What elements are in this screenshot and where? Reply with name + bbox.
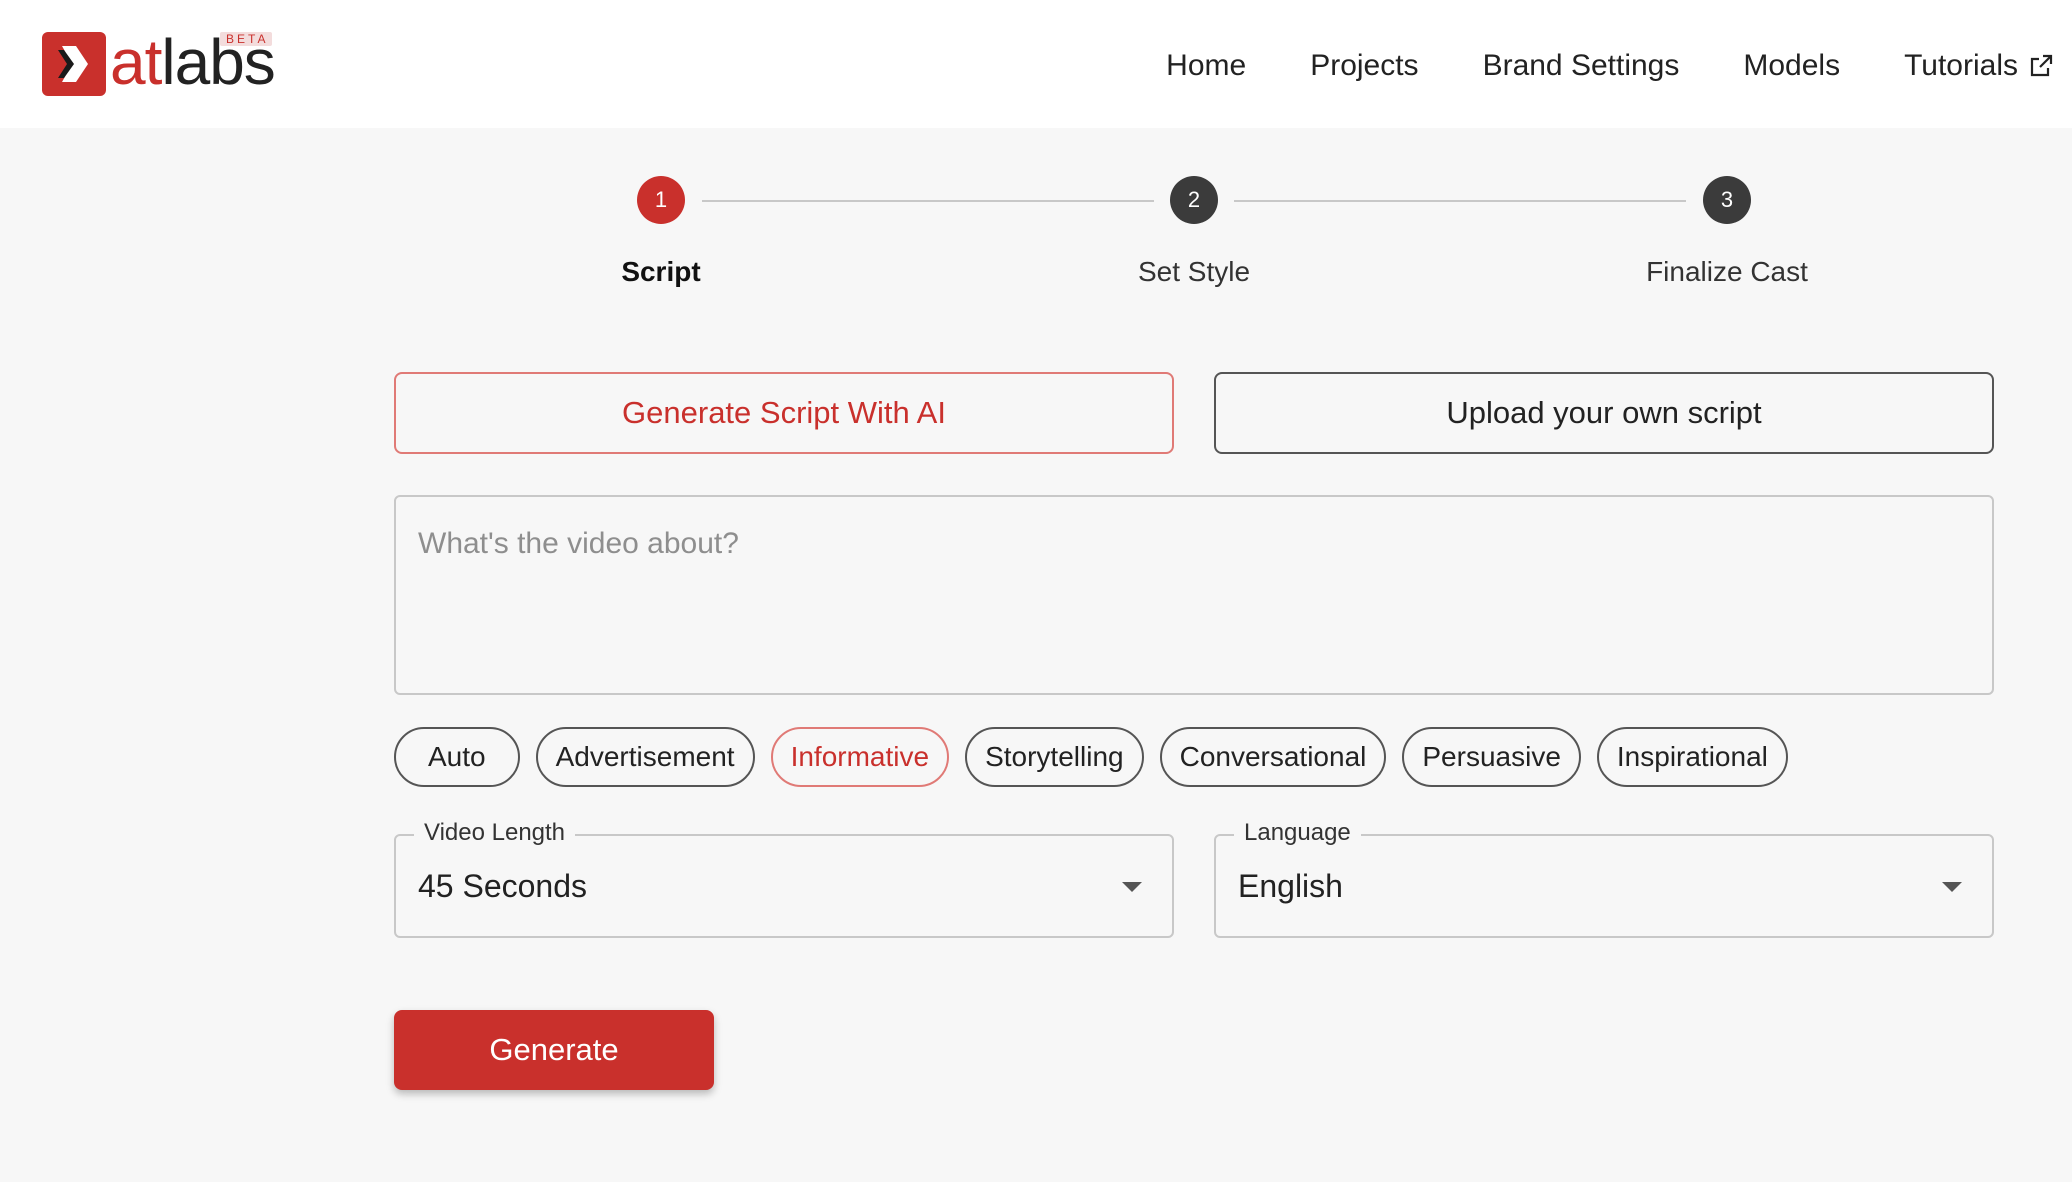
tone-chip-persuasive[interactable]: Persuasive (1402, 727, 1581, 787)
generate-script-with-ai-button[interactable]: Generate Script With AI (394, 372, 1174, 454)
step-1-circle[interactable]: 1 (637, 176, 685, 224)
tone-chip-auto[interactable]: Auto (394, 727, 520, 787)
step-3-label: Finalize Cast (1646, 256, 1808, 287)
tone-chip-storytelling[interactable]: Storytelling (965, 727, 1144, 787)
upload-own-script-button[interactable]: Upload your own script (1214, 372, 1994, 454)
tone-chip-advertisement[interactable]: Advertisement (535, 727, 755, 787)
video-length-value: 45 Seconds (418, 868, 588, 904)
chevron-down-icon (1122, 882, 1142, 892)
step-2-circle[interactable]: 2 (1170, 176, 1218, 224)
language-value: English (1238, 868, 1343, 904)
video-length-label: Video Length (414, 818, 576, 848)
tone-chip-group: Auto Advertisement Informative Storytell… (394, 727, 1804, 787)
language-select[interactable]: Language English (1214, 818, 1994, 938)
tone-chip-inspirational[interactable]: Inspirational (1596, 727, 1788, 787)
tone-chip-conversational[interactable]: Conversational (1159, 727, 1387, 787)
step-3-circle[interactable]: 3 (1703, 176, 1751, 224)
chevron-down-icon (1942, 882, 1962, 892)
step-connector (1234, 200, 1686, 202)
video-length-select[interactable]: Video Length 45 Seconds (394, 818, 1174, 938)
progress-stepper: 1 2 3 Script Set Style Finalize Cast (0, 0, 2072, 300)
step-1-label: Script (621, 256, 701, 287)
generate-button[interactable]: Generate (394, 1010, 714, 1090)
video-topic-input[interactable] (394, 495, 1994, 695)
language-label: Language (1234, 818, 1361, 848)
step-2-label: Set Style (1137, 256, 1251, 287)
tone-chip-informative[interactable]: Informative (770, 727, 950, 787)
step-connector (702, 200, 1154, 202)
